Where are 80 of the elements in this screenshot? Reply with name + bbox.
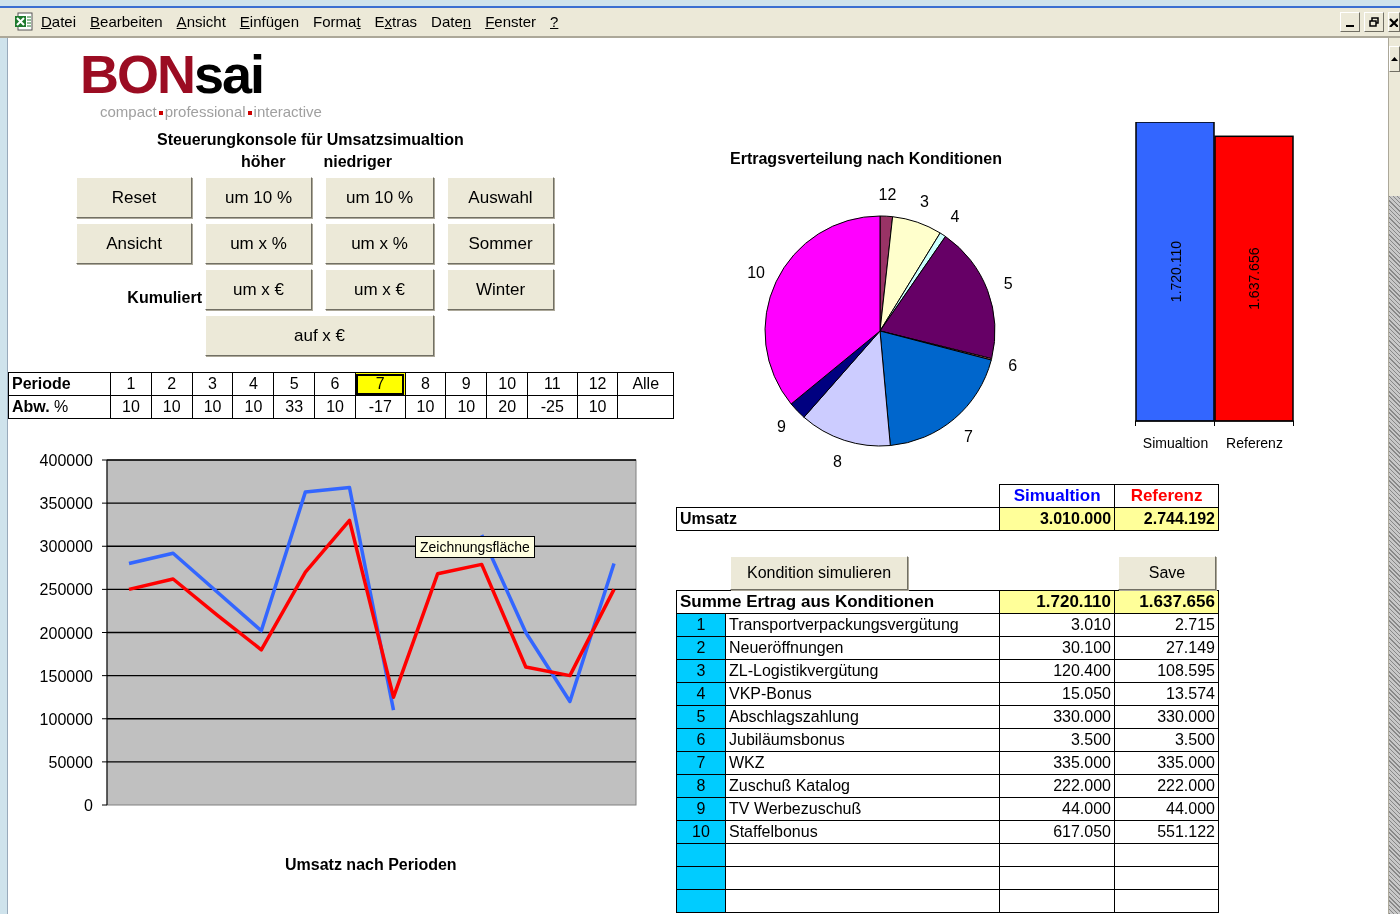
table-cell: 330.000 bbox=[1114, 705, 1219, 729]
axis-label: 350000 bbox=[39, 495, 93, 513]
slice-label: 7 bbox=[964, 427, 973, 445]
table-cell: 120.400 bbox=[999, 659, 1115, 683]
table-cell: Staffelbonus bbox=[725, 820, 1000, 844]
axis-label: 0 bbox=[84, 797, 93, 814]
data-label: 1.637.656 bbox=[1246, 247, 1263, 310]
table-cell: 3.500 bbox=[1114, 728, 1219, 752]
row-number: 8 bbox=[676, 774, 726, 798]
chart-title: Umsatz nach Perioden bbox=[285, 855, 457, 875]
table-cell: 108.595 bbox=[1114, 659, 1219, 683]
table-cell: 222.000 bbox=[999, 774, 1115, 798]
table-cell: 1.637.656 bbox=[1114, 590, 1219, 614]
table-cell: ZL-Logistikvergütung bbox=[725, 659, 1000, 683]
row-number: 9 bbox=[676, 797, 726, 821]
row-number: 3 bbox=[676, 659, 726, 683]
slice-label: 10 bbox=[747, 264, 765, 282]
column-header: Simualtion bbox=[999, 484, 1115, 508]
table-cell: 335.000 bbox=[1114, 751, 1219, 775]
table-cell: 551.122 bbox=[1114, 820, 1219, 844]
logo-tagline: compact professional interactive bbox=[100, 104, 322, 120]
axis-label: 50000 bbox=[48, 753, 93, 771]
table-cell: 222.000 bbox=[1114, 774, 1219, 798]
table-cell: 30.100 bbox=[999, 636, 1115, 660]
row-header: Periode bbox=[8, 372, 111, 396]
row-number: 1 bbox=[676, 613, 726, 637]
slice-label: 4 bbox=[950, 208, 960, 226]
table-cell: 27.149 bbox=[1114, 636, 1219, 660]
table-cell: Abschlagszahlung bbox=[725, 705, 1000, 729]
table-cell: 1.720.110 bbox=[999, 590, 1115, 614]
table-cell: Transportverpackungsvergütung bbox=[725, 613, 1000, 637]
table-cell: 13.574 bbox=[1114, 682, 1219, 706]
table-cell: 335.000 bbox=[999, 751, 1115, 775]
table-cell: 2.715 bbox=[1114, 613, 1219, 637]
column-header: niedriger bbox=[323, 152, 392, 172]
row-number: 10 bbox=[676, 820, 726, 844]
table-cell: Jubiläumsbonus bbox=[725, 728, 1000, 752]
column-header: Referenz bbox=[1114, 484, 1219, 508]
slice-label: 8 bbox=[832, 453, 842, 469]
table-cell: 15.050 bbox=[999, 682, 1115, 706]
row-label: Kumuliert bbox=[127, 288, 202, 308]
table-cell: 330.000 bbox=[999, 705, 1115, 729]
axis-label: Simualtion bbox=[1142, 435, 1209, 451]
logo: BONsai bbox=[80, 52, 264, 96]
tooltip: Zeichnungsfläche bbox=[415, 536, 535, 558]
table-cell: Zuschuß Katalog bbox=[725, 774, 1000, 798]
table-cell: 3.010.000 bbox=[999, 507, 1115, 531]
axis-label: 250000 bbox=[39, 581, 93, 599]
axis-label: Referenz bbox=[1226, 435, 1283, 451]
data-label: 1.720.110 bbox=[1167, 240, 1184, 303]
slice-label: 9 bbox=[776, 418, 786, 436]
row-number: 6 bbox=[676, 728, 726, 752]
row-number: 5 bbox=[676, 705, 726, 729]
table-cell: TV Werbezuschuß bbox=[725, 797, 1000, 821]
slice-label: 3 bbox=[919, 193, 929, 211]
table-cell: 44.000 bbox=[1114, 797, 1219, 821]
axis-label: 150000 bbox=[39, 667, 93, 685]
table-cell: VKP-Bonus bbox=[725, 682, 1000, 706]
table-cell: 617.050 bbox=[999, 820, 1115, 844]
panel-title: Steuerungkonsole für Umsatzsimualtion bbox=[157, 130, 464, 150]
table-cell: WKZ bbox=[725, 751, 1000, 775]
column-header: höher bbox=[241, 152, 286, 172]
axis-label: 200000 bbox=[39, 624, 93, 642]
row-number: 2 bbox=[676, 636, 726, 660]
row-header: Abw. % bbox=[8, 395, 111, 419]
axis-label: 300000 bbox=[39, 538, 93, 556]
table-cell: 3.010 bbox=[999, 613, 1115, 637]
table-cell: 44.000 bbox=[999, 797, 1115, 821]
table-cell: 3.500 bbox=[999, 728, 1115, 752]
row-label: Umsatz bbox=[676, 507, 1000, 531]
row-number: 7 bbox=[676, 751, 726, 775]
chart-title: Ertragsverteilung nach Konditionen bbox=[730, 149, 1003, 169]
slice-label: 12 bbox=[878, 186, 897, 204]
slice-label: 5 bbox=[1003, 274, 1013, 292]
row-number: 4 bbox=[676, 682, 726, 706]
row-label: Summe Ertrag aus Konditionen bbox=[676, 590, 1000, 614]
axis-label: 400000 bbox=[39, 452, 93, 469]
axis-label: 100000 bbox=[39, 710, 93, 728]
slice-label: 6 bbox=[1008, 356, 1018, 374]
table-cell: Neueröffnungen bbox=[725, 636, 1000, 660]
